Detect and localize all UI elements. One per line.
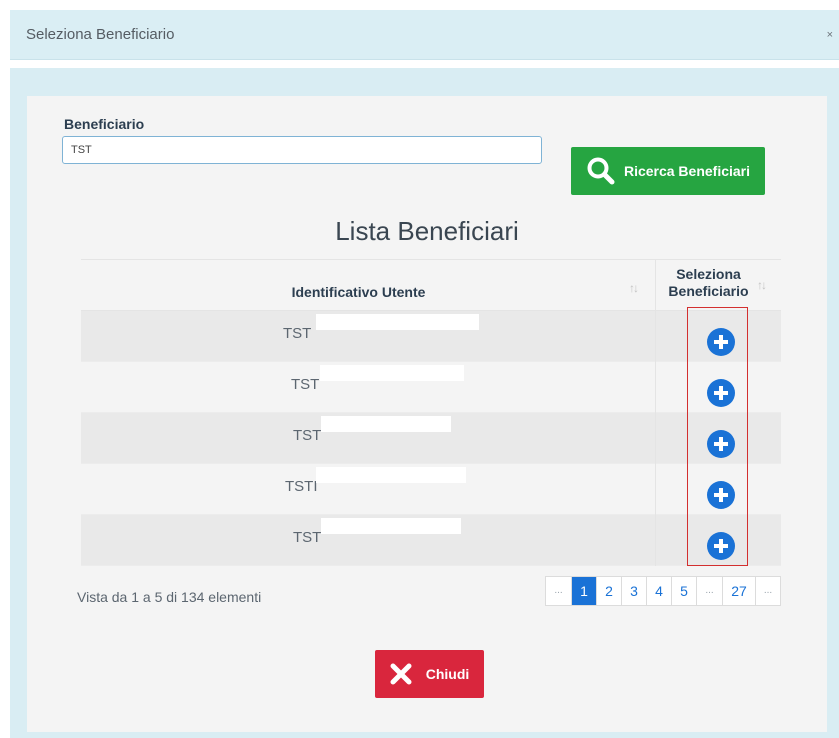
page-prev-ellipsis[interactable]: ... (546, 577, 571, 605)
modal-close-button[interactable]: × (827, 29, 833, 41)
chiudi-button[interactable]: Chiudi (375, 650, 484, 698)
column-header-identificativo-label: Identificativo Utente (291, 284, 426, 300)
select-beneficiario-button[interactable] (707, 379, 735, 407)
select-beneficiario-button[interactable] (707, 430, 735, 458)
column-header-identificativo[interactable]: Identificativo Utente ↑↓ (81, 260, 656, 310)
column-header-seleziona-label: Seleziona Beneficiario (668, 266, 749, 299)
identificativo-cell: TSTI (81, 464, 656, 515)
beneficiari-table: Identificativo Utente ↑↓ Seleziona Benef… (81, 259, 781, 566)
redacted-block (316, 314, 479, 330)
table-header: Identificativo Utente ↑↓ Seleziona Benef… (81, 259, 781, 311)
sort-icon[interactable]: ↑↓ (757, 278, 767, 292)
redacted-block (321, 416, 451, 432)
table-row: TST (81, 362, 781, 413)
seleziona-cell (656, 311, 781, 362)
table-row: TST (81, 311, 781, 362)
table-row: TSTI (81, 464, 781, 515)
x-icon (390, 663, 412, 685)
chiudi-label: Chiudi (425, 666, 470, 682)
select-beneficiario-button[interactable] (707, 481, 735, 509)
select-beneficiario-button[interactable] (707, 532, 735, 560)
page-2[interactable]: 2 (596, 577, 621, 605)
seleziona-cell (656, 413, 781, 464)
list-title: Lista Beneficiari (335, 216, 519, 246)
table-row: TST (81, 413, 781, 464)
sort-icon[interactable]: ↑↓ (629, 281, 639, 295)
page-1[interactable]: 1 (571, 577, 596, 605)
beneficiario-label: Beneficiario (64, 116, 145, 132)
identificativo-cell: TST (81, 311, 656, 362)
identificativo-utente: TSTI (285, 478, 318, 495)
identificativo-utente: TST (291, 376, 320, 393)
identificativo-cell: TST (81, 413, 656, 464)
identificativo-utente: TST (293, 529, 322, 546)
search-icon (587, 157, 615, 185)
modal-body: Beneficiario Ricerca Beneficiari Lista B… (10, 68, 839, 738)
ricerca-beneficiari-button[interactable]: Ricerca Beneficiari (571, 147, 765, 195)
seleziona-cell (656, 515, 781, 566)
pagination-info: Vista da 1 a 5 di 134 elementi (77, 589, 262, 605)
select-beneficiario-button[interactable] (707, 328, 735, 356)
identificativo-cell: TST (81, 362, 656, 413)
redacted-block (320, 365, 464, 381)
page-next-ellipsis[interactable]: ... (755, 577, 780, 605)
page-ellipsis[interactable]: ... (696, 577, 722, 605)
page-27[interactable]: 27 (722, 577, 755, 605)
beneficiario-input[interactable] (62, 136, 542, 164)
modal-title: Seleziona Beneficiario (26, 26, 175, 43)
identificativo-cell: TST (81, 515, 656, 566)
identificativo-utente: TST (293, 427, 322, 444)
table-row: TST (81, 515, 781, 566)
page-3[interactable]: 3 (621, 577, 646, 605)
search-panel: Beneficiario Ricerca Beneficiari Lista B… (27, 96, 827, 732)
page-5[interactable]: 5 (671, 577, 696, 605)
modal-header: Seleziona Beneficiario × (10, 10, 839, 60)
redacted-block (321, 518, 461, 534)
page-4[interactable]: 4 (646, 577, 671, 605)
identificativo-utente: TST (283, 325, 312, 342)
seleziona-cell (656, 362, 781, 413)
redacted-block (316, 467, 466, 483)
column-header-seleziona[interactable]: Seleziona Beneficiario ↑↓ (656, 260, 781, 310)
pagination: ... 1 2 3 4 5 ... 27 ... (545, 576, 781, 606)
seleziona-cell (656, 464, 781, 515)
ricerca-beneficiari-label: Ricerca Beneficiari (623, 163, 751, 179)
